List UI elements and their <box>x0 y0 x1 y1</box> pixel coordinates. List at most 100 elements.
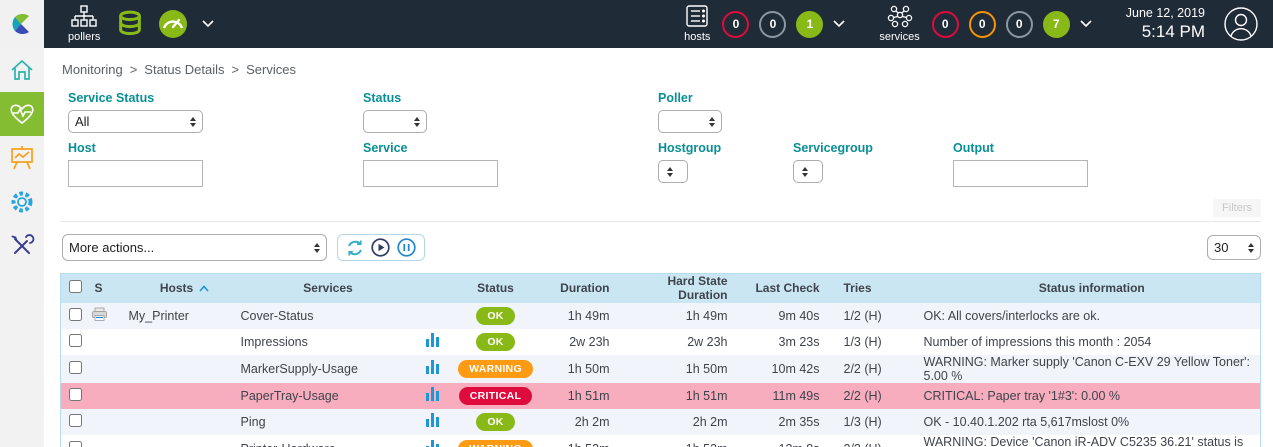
database-status-icon[interactable] <box>116 10 144 38</box>
host-link[interactable]: My_Printer <box>129 309 189 323</box>
sidebar-item-home[interactable] <box>0 48 44 92</box>
select-stepper-icon <box>314 243 320 253</box>
service-cell: Ping <box>241 409 416 435</box>
service-link[interactable]: Impressions <box>241 335 308 349</box>
sidebar-item-monitoring[interactable] <box>0 92 44 136</box>
graph-icon[interactable] <box>426 440 439 447</box>
info-cell: OK: All covers/interlocks are ok. <box>924 303 1261 329</box>
host-input[interactable] <box>68 160 203 187</box>
hosts-status-group: hosts 0 0 1 <box>684 5 845 43</box>
last-check-cell: 10m 42s <box>752 355 844 383</box>
hosts-chevron-down-icon[interactable] <box>833 20 845 28</box>
status-select[interactable] <box>363 110 427 133</box>
sidebar-item-administration[interactable] <box>0 224 44 268</box>
breadcrumb-separator: > <box>130 62 138 77</box>
hosts-menu[interactable]: hosts <box>684 5 710 43</box>
graph-cell <box>416 409 450 435</box>
hostgroup-select[interactable] <box>658 160 688 183</box>
col-graph <box>416 274 450 303</box>
breadcrumb-item-monitoring[interactable]: Monitoring <box>62 62 123 77</box>
pause-button[interactable] <box>397 238 416 257</box>
row-checkbox[interactable] <box>69 361 82 374</box>
services-critical-counter[interactable]: 0 <box>932 11 959 38</box>
servicegroup-select[interactable] <box>793 160 823 183</box>
centreon-logo[interactable] <box>0 0 44 48</box>
hosts-down-counter[interactable]: 0 <box>722 11 749 38</box>
graph-icon[interactable] <box>426 387 439 401</box>
select-stepper-icon <box>802 167 808 177</box>
sidebar-item-reporting[interactable] <box>0 136 44 180</box>
services-chevron-down-icon[interactable] <box>1080 20 1092 28</box>
severity-cell <box>91 383 129 409</box>
select-all-checkbox[interactable] <box>69 280 82 293</box>
row-checkbox[interactable] <box>69 441 82 447</box>
service-cell: MarkerSupply-Usage <box>241 355 416 383</box>
col-hosts-label: Hosts <box>160 281 193 295</box>
page-size-select[interactable]: 30 <box>1207 235 1261 260</box>
breadcrumb-separator: > <box>232 62 240 77</box>
row-checkbox[interactable] <box>69 414 82 427</box>
services-ok-counter[interactable]: 7 <box>1043 11 1070 38</box>
col-status[interactable]: Status <box>450 274 542 303</box>
service-input[interactable] <box>363 160 498 187</box>
hard-duration-cell: 1h 53m <box>634 435 752 447</box>
tools-icon <box>9 233 35 259</box>
sidebar-item-configuration[interactable] <box>0 180 44 224</box>
sort-asc-icon <box>199 285 209 292</box>
col-last-check[interactable]: Last Check <box>752 274 844 303</box>
refresh-button[interactable] <box>346 239 364 257</box>
hosts-up-counter[interactable]: 1 <box>796 11 823 38</box>
services-unknown-counter[interactable]: 0 <box>1006 11 1033 38</box>
select-stepper-icon <box>414 117 420 127</box>
host-filter: Host <box>68 141 363 187</box>
row-checkbox[interactable] <box>69 308 82 321</box>
col-hard-state-duration[interactable]: Hard State Duration <box>634 274 752 303</box>
select-cell <box>61 355 91 383</box>
refresh-icon <box>346 239 364 257</box>
tries-cell: 2/2 (H) <box>844 435 924 447</box>
col-status-information[interactable]: Status information <box>924 274 1261 303</box>
service-status-value: All <box>75 114 89 129</box>
status-badge: WARNING <box>458 440 533 447</box>
pollers-menu[interactable]: pollers <box>68 5 100 43</box>
services-warning-counter[interactable]: 0 <box>969 11 996 38</box>
services-menu[interactable]: services <box>879 5 919 43</box>
breadcrumb-item-status-details[interactable]: Status Details <box>144 62 224 77</box>
row-checkbox[interactable] <box>69 334 82 347</box>
latency-gauge-icon[interactable] <box>158 9 188 39</box>
hosts-unreachable-counter[interactable]: 0 <box>759 11 786 38</box>
table-row: ImpressionsOK2w 23h2w 23h3m 23s1/3 (H)Nu… <box>61 329 1261 355</box>
status-cell: OK <box>450 303 542 329</box>
user-avatar-icon[interactable] <box>1223 6 1259 42</box>
col-severity[interactable]: S <box>91 274 129 303</box>
graph-icon[interactable] <box>426 333 439 347</box>
breadcrumb-item-services[interactable]: Services <box>246 62 296 77</box>
col-services[interactable]: Services <box>241 274 416 303</box>
hard-duration-cell: 2h 2m <box>634 409 752 435</box>
info-cell: CRITICAL: Paper tray '1#3': 0.00 % <box>924 383 1261 409</box>
last-check-cell: 3m 23s <box>752 329 844 355</box>
status-cell: CRITICAL <box>450 383 542 409</box>
graph-icon[interactable] <box>426 413 439 427</box>
more-actions-select[interactable]: More actions... <box>62 234 327 261</box>
service-link[interactable]: Printer-Hardware <box>241 442 336 447</box>
service-link[interactable]: MarkerSupply-Usage <box>241 362 358 376</box>
status-badge: OK <box>476 333 514 351</box>
service-link[interactable]: PaperTray-Usage <box>241 389 339 403</box>
col-hosts[interactable]: Hosts <box>129 274 241 303</box>
row-checkbox[interactable] <box>69 388 82 401</box>
hard-duration-cell: 1h 49m <box>634 303 752 329</box>
select-stepper-icon <box>709 117 715 127</box>
host-cell <box>129 355 241 383</box>
status-cell: OK <box>450 409 542 435</box>
graph-icon[interactable] <box>426 360 439 374</box>
output-input[interactable] <box>953 160 1088 187</box>
col-duration[interactable]: Duration <box>542 274 634 303</box>
poller-select[interactable] <box>658 110 722 133</box>
col-tries[interactable]: Tries <box>844 274 924 303</box>
service-link[interactable]: Ping <box>241 415 266 429</box>
play-button[interactable] <box>371 238 390 257</box>
service-link[interactable]: Cover-Status <box>241 309 314 323</box>
poller-chevron-down-icon[interactable] <box>202 20 214 28</box>
service-status-select[interactable]: All <box>68 110 203 133</box>
